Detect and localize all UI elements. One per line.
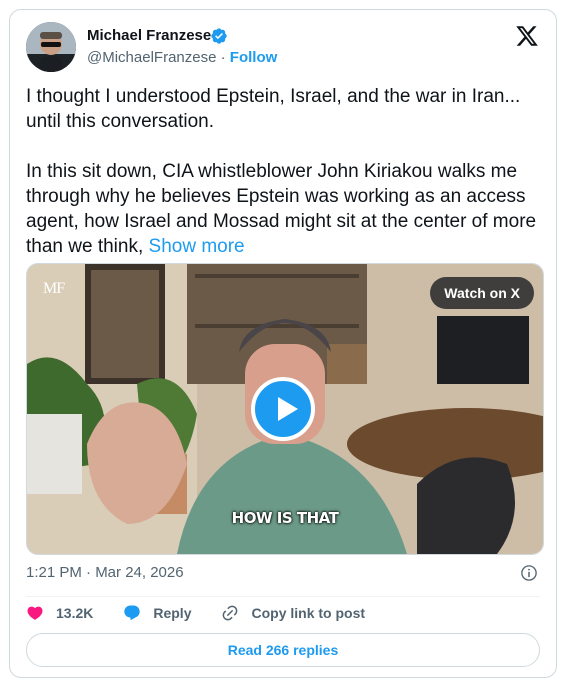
reply-bubble-icon [124,605,141,621]
tweet-text: I thought I understood Epstein, Israel, … [26,84,548,259]
watch-on-x-button[interactable]: Watch on X [430,277,534,309]
link-icon [223,605,238,621]
timestamp[interactable]: 1:21 PM · Mar 24, 2026 [26,564,184,581]
heart-icon [27,606,43,620]
copy-link-label: Copy link to post [251,605,366,621]
reply-button[interactable]: Reply [123,604,191,622]
tweet-paragraph-1: I thought I understood Epstein, Israel, … [26,86,521,132]
separator: · [220,49,226,66]
x-logo-icon[interactable] [515,24,539,48]
likes-count: 13.2K [56,605,94,621]
info-icon[interactable] [520,564,538,582]
author-name[interactable]: Michael Franzese [87,27,211,44]
video-player[interactable]: MF Watch on X HOW IS THAT [26,263,544,555]
author-handle[interactable]: @MichaelFranzese [87,49,216,66]
tweet-paragraph-2-text: In this sit down, CIA whistleblower John… [26,161,537,257]
divider [26,596,540,597]
like-button[interactable]: 13.2K [26,604,93,622]
play-icon[interactable] [251,377,315,441]
video-caption: HOW IS THAT [231,509,339,527]
verified-badge-icon [211,28,227,44]
avatar[interactable] [26,22,76,72]
tweet-card: Michael Franzese @MichaelFranzese · Foll… [9,9,557,678]
action-bar: 13.2K Reply Copy link to post [26,604,395,622]
tweet-paragraph-2: In this sit down, CIA whistleblower John… [26,159,548,259]
handle-row: @MichaelFranzese · Follow [87,49,277,66]
read-replies-button[interactable]: Read 266 replies [26,633,540,667]
follow-button[interactable]: Follow [230,49,278,66]
channel-logo: MF [43,280,65,297]
show-more-link[interactable]: Show more [149,236,245,257]
reply-label: Reply [153,605,192,621]
copy-link-button[interactable]: Copy link to post [221,604,365,622]
